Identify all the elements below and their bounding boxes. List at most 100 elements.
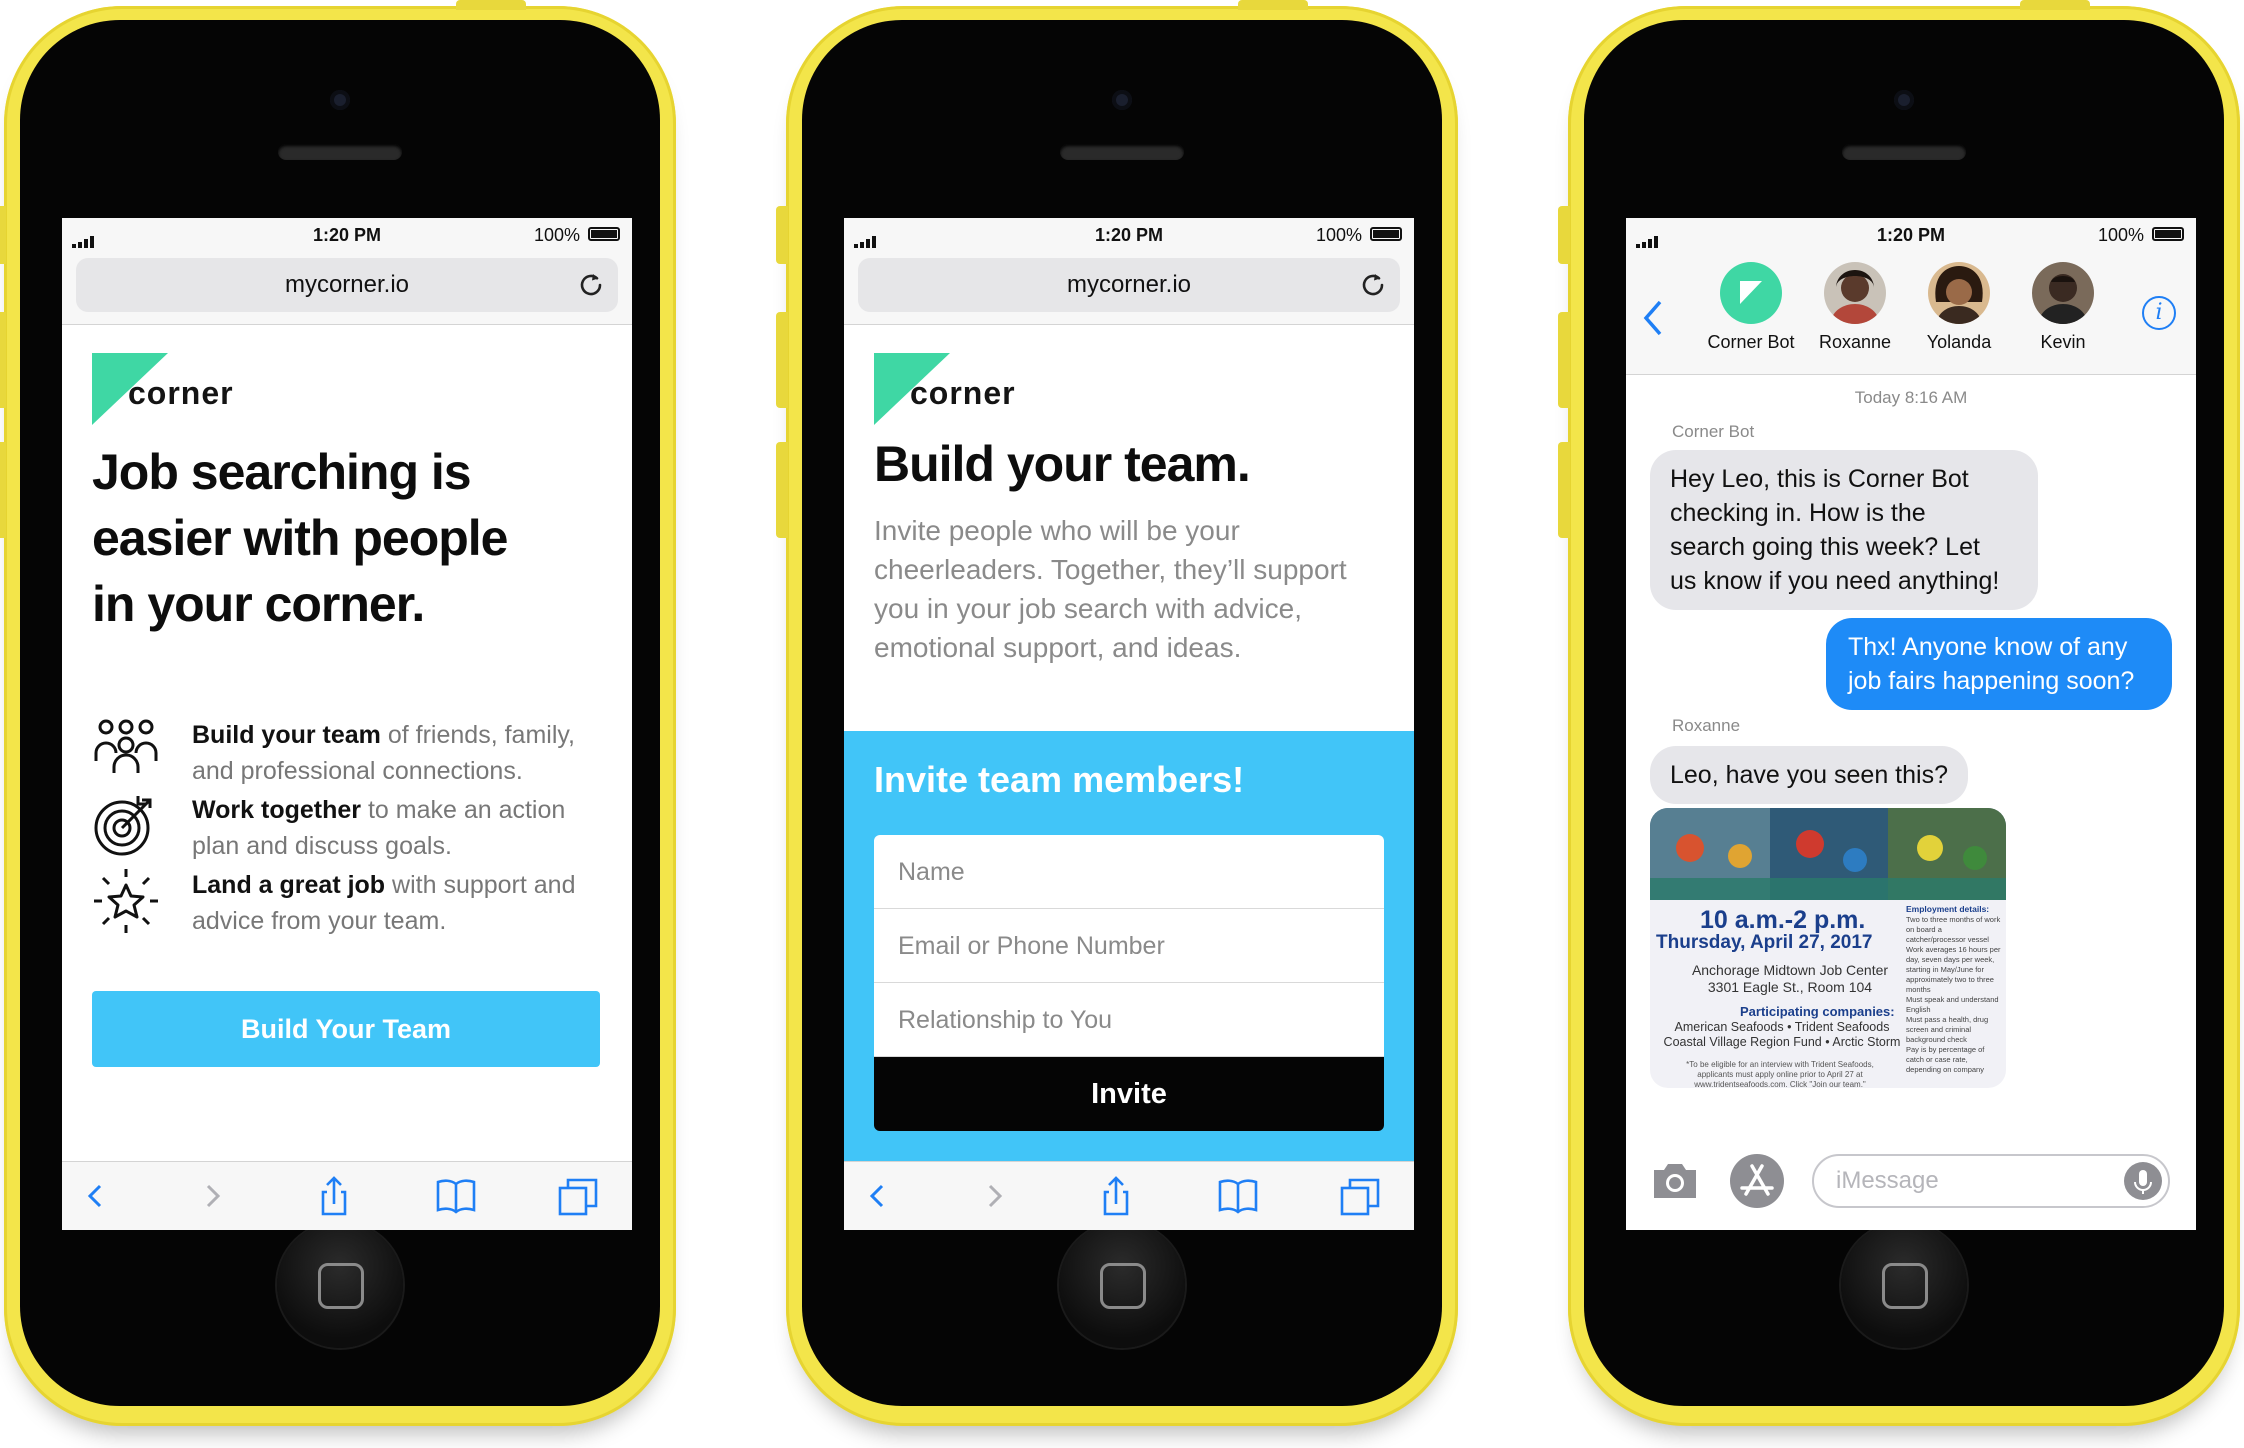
front-camera	[330, 90, 350, 110]
back-chevron-icon[interactable]	[1640, 298, 1666, 338]
earpiece-speaker	[278, 144, 402, 160]
person-photo-icon	[2038, 274, 2088, 324]
battery-icon	[2152, 227, 2184, 241]
page-content: corner Job searching is easier with peop…	[62, 325, 632, 1161]
reload-icon[interactable]	[1358, 270, 1388, 300]
flyer-venue: Anchorage Midtown Job Center 3301 Eagle S…	[1691, 962, 1889, 995]
feature-land-job-text: Land a great job with support and advice …	[192, 871, 576, 935]
flyer-fine-print: *To be eligible for an interview with Tr…	[1686, 1060, 1874, 1088]
battery-icon	[588, 227, 620, 241]
message-bubble-incoming[interactable]: Leo, have you seen this?	[1650, 746, 1968, 804]
message-bubble-outgoing[interactable]: Thx! Anyone know of any job fairs happeni…	[1826, 618, 2172, 710]
home-button[interactable]	[277, 1222, 403, 1348]
volume-up-button	[776, 312, 788, 408]
page-content: corner Build your team. Invite people wh…	[844, 325, 1414, 1161]
home-button[interactable]	[1841, 1222, 1967, 1348]
headline-line-3: in your corner.	[92, 576, 425, 632]
sender-name: Roxanne	[1672, 716, 1741, 735]
home-button[interactable]	[1059, 1222, 1185, 1348]
phone-2: 1:20 PM 100% mycorner.io corner Build yo…	[776, 0, 1458, 1426]
subtitle-line-1: Invite people who will be your	[874, 515, 1240, 546]
url-bar[interactable]: mycorner.io	[858, 258, 1400, 312]
contact-name: Kevin	[2040, 332, 2086, 352]
contact-roxanne[interactable]: Roxanne	[1800, 262, 1910, 353]
forward-chevron-icon[interactable]	[192, 1176, 232, 1216]
person-photo-icon	[1830, 270, 1880, 324]
front-camera	[1112, 90, 1132, 110]
safari-toolbar	[62, 1161, 632, 1230]
imessage-input[interactable]: iMessage	[1812, 1154, 2170, 1208]
star-icon	[94, 869, 158, 933]
back-chevron-icon[interactable]	[76, 1176, 116, 1216]
avatar	[1720, 262, 1782, 324]
mute-switch	[0, 206, 6, 264]
volume-down-button	[776, 442, 788, 538]
flyer-participating-heading: Participating companies:	[1740, 1004, 1895, 1019]
contact-yolanda[interactable]: Yolanda	[1904, 262, 2014, 353]
message-timestamp: Today 8:16 AM	[1854, 388, 1968, 407]
camera-icon[interactable]	[1650, 1160, 1700, 1200]
mute-switch	[776, 206, 788, 264]
app-store-icon[interactable]	[1730, 1154, 1784, 1208]
bookmarks-icon[interactable]	[436, 1176, 476, 1216]
corner-logo[interactable]: corner	[874, 353, 1074, 425]
feature-land-job: Land a great job with support and advice …	[92, 867, 612, 947]
contact-corner-bot[interactable]: Corner Bot	[1696, 262, 1806, 353]
headline-line-2: easier with people	[92, 510, 508, 566]
tabs-icon[interactable]	[1340, 1176, 1380, 1216]
contact-name: Corner Bot	[1707, 332, 1795, 352]
headline-line-1: Job searching is	[92, 444, 472, 500]
corner-logo-mark-icon	[1740, 281, 1762, 304]
front-camera	[1894, 90, 1914, 110]
power-button	[2020, 0, 2090, 10]
info-icon[interactable]: i	[2142, 296, 2176, 330]
battery-percent: 100%	[2097, 225, 2144, 245]
job-fair-flyer-image[interactable]: 10 a.m.-2 p.m. Thursday, April 27, 2017 …	[1650, 808, 2006, 1088]
volume-down-button	[1558, 442, 1570, 538]
safari-address-area: mycorner.io	[844, 252, 1414, 325]
status-bar: 1:20 PM 100%	[1626, 218, 2196, 252]
mute-switch	[1558, 206, 1570, 264]
feature-work-together-text: Work together to make an action plan and …	[192, 796, 566, 860]
avatar	[2032, 262, 2094, 324]
share-icon[interactable]	[314, 1176, 354, 1216]
screen-landing: 1:20 PM 100% mycorner.io corner Job sear…	[62, 218, 632, 1230]
feature-build-team-text: Build your team of friends, family, and p…	[192, 721, 575, 785]
power-button	[456, 0, 526, 10]
tabs-icon[interactable]	[558, 1176, 598, 1216]
status-bar: 1:20 PM 100%	[844, 218, 1414, 252]
contact-kevin[interactable]: Kevin	[2008, 262, 2118, 353]
url-text: mycorner.io	[1066, 271, 1192, 298]
url-bar[interactable]: mycorner.io	[76, 258, 618, 312]
name-input[interactable]: Name	[874, 835, 1384, 909]
target-icon	[94, 796, 152, 856]
corner-wordmark: corner	[910, 375, 1016, 411]
bookmarks-icon[interactable]	[1218, 1176, 1258, 1216]
reload-icon[interactable]	[576, 270, 606, 300]
compose-bar: iMessage	[1626, 1140, 2196, 1230]
invite-panel: Invite team members! Name Email or Phone…	[844, 731, 1414, 1161]
build-your-team-button[interactable]: Build Your Team	[92, 991, 600, 1067]
volume-up-button	[0, 312, 6, 408]
flyer-date: Thursday, April 27, 2017	[1656, 932, 1873, 953]
volume-up-button	[1558, 312, 1570, 408]
battery-percent: 100%	[1315, 225, 1362, 245]
corner-wordmark: corner	[128, 375, 234, 411]
forward-chevron-icon[interactable]	[974, 1176, 1014, 1216]
flyer-companies: American Seafoods • Trident Seafoods Coas…	[1663, 1020, 1901, 1049]
sender-name: Corner Bot	[1672, 422, 1755, 441]
email-phone-input[interactable]: Email or Phone Number	[874, 909, 1384, 983]
microphone-icon[interactable]	[2124, 1162, 2162, 1200]
back-chevron-icon[interactable]	[858, 1176, 898, 1216]
avatar	[1824, 262, 1886, 324]
relationship-input[interactable]: Relationship to You	[874, 983, 1384, 1057]
invite-button[interactable]: Invite	[874, 1057, 1384, 1131]
url-text: mycorner.io	[284, 271, 410, 298]
invite-panel-title: Invite team members!	[874, 759, 1245, 800]
earpiece-speaker	[1060, 144, 1184, 160]
share-icon[interactable]	[1096, 1176, 1136, 1216]
earpiece-speaker	[1842, 144, 1966, 160]
corner-logo[interactable]: corner	[92, 353, 292, 425]
message-bubble-incoming[interactable]: Hey Leo, this is Corner Bot checking in. …	[1650, 450, 2038, 610]
safari-toolbar	[844, 1161, 1414, 1230]
